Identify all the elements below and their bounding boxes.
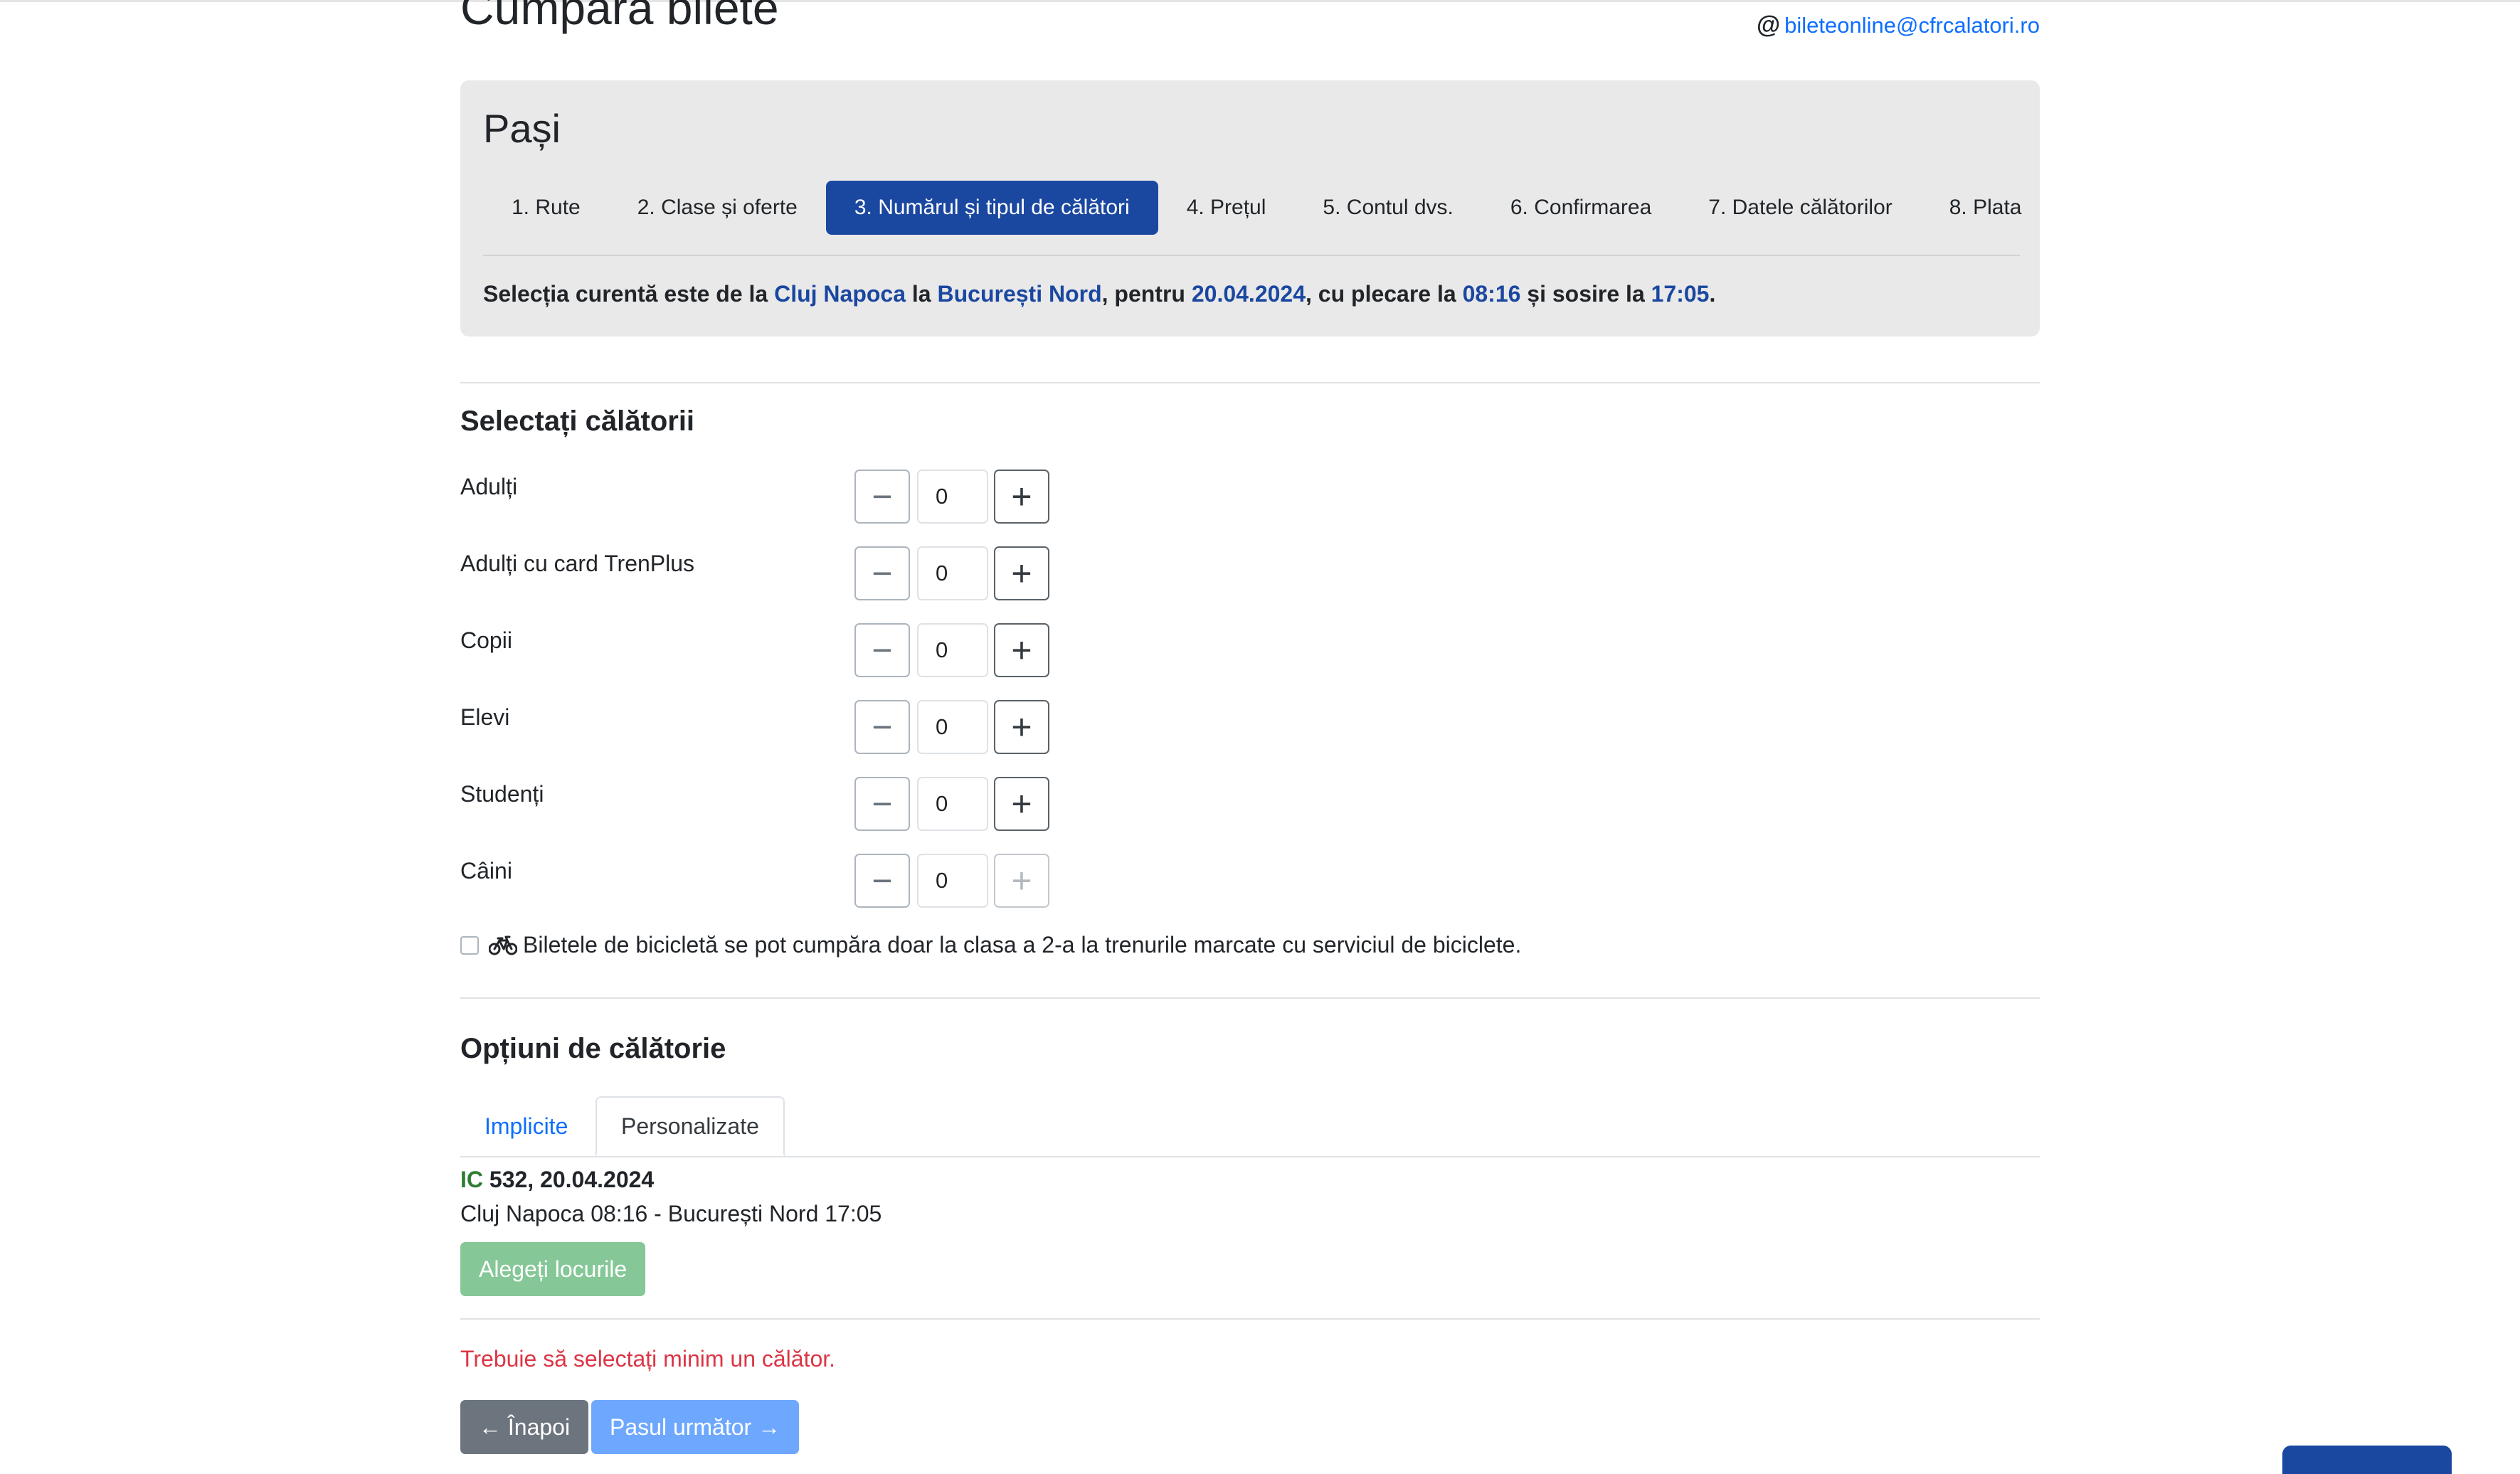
plus-button[interactable]: + xyxy=(994,777,1049,831)
divider xyxy=(460,997,2040,999)
bike-option: Biletele de bicicletă se pot cumpăra doa… xyxy=(460,932,1521,958)
pax-label: Elevi xyxy=(460,704,510,730)
minus-button[interactable]: − xyxy=(854,777,910,831)
pax-row-adults-trenplus: Adulți cu card TrenPlus − 0 + xyxy=(460,546,1101,608)
step-8-plata[interactable]: 8. Plata xyxy=(1921,181,2050,235)
train-type: IC xyxy=(460,1167,483,1192)
arrow-left-icon: ← xyxy=(479,1414,502,1440)
back-label: Înapoi xyxy=(507,1414,571,1440)
email-link[interactable]: bileteonline@cfrcalatori.ro xyxy=(1784,13,2040,38)
bicycle-icon xyxy=(489,935,517,955)
quantity-input[interactable]: 0 xyxy=(917,700,988,754)
divider xyxy=(460,1318,2040,1320)
steps-title: Pași xyxy=(483,106,561,151)
step-4-pret[interactable]: 4. Prețul xyxy=(1158,181,1295,235)
bike-note: Biletele de bicicletă se pot cumpăra doa… xyxy=(523,932,1522,958)
train-number-date: 532, 20.04.2024 xyxy=(483,1167,655,1192)
pax-label: Studenți xyxy=(460,781,544,807)
options-title: Opțiuni de călătorie xyxy=(460,1033,726,1064)
minus-button[interactable]: − xyxy=(854,546,910,600)
selection-text: și sosire la xyxy=(1520,281,1651,307)
next-label: Pasul următor xyxy=(610,1414,752,1440)
arrow-right-icon: → xyxy=(758,1414,781,1440)
plus-button[interactable]: + xyxy=(994,546,1049,600)
train-title: IC 532, 20.04.2024 xyxy=(460,1167,654,1193)
pax-label: Adulți cu card TrenPlus xyxy=(460,551,695,576)
tab-personalizate[interactable]: Personalizate xyxy=(595,1096,785,1156)
selection-text: Selecția curentă este de la xyxy=(483,281,775,307)
step-7-date[interactable]: 7. Datele călătorilor xyxy=(1680,181,1920,235)
train-route: Cluj Napoca 08:16 - București Nord 17:05 xyxy=(460,1201,882,1226)
plus-button[interactable]: + xyxy=(994,470,1049,524)
tab-implicite[interactable]: Implicite xyxy=(460,1096,592,1156)
choose-seats-button[interactable]: Alegeți locurile xyxy=(460,1242,646,1296)
selection-text: , pentru xyxy=(1101,281,1192,307)
step-5-cont[interactable]: 5. Contul dvs. xyxy=(1294,181,1481,235)
plus-button[interactable]: + xyxy=(994,623,1049,677)
options-tabs: Implicite Personalizate xyxy=(460,1096,2040,1157)
step-1-rute[interactable]: 1. Rute xyxy=(483,181,609,235)
selection-departure: 08:16 xyxy=(1462,281,1521,307)
pax-label: Copii xyxy=(460,627,512,653)
pax-row-adults: Adulți − 0 + xyxy=(460,470,1101,531)
selection-arrival: 17:05 xyxy=(1651,281,1710,307)
page-title: Cumpără bilete xyxy=(460,0,779,34)
floating-button[interactable] xyxy=(2282,1446,2452,1474)
contact-email: @ bileteonline@cfrcalatori.ro xyxy=(1757,11,2040,39)
pax-row-students: Studenți − 0 + xyxy=(460,777,1101,838)
pax-row-pupils: Elevi − 0 + xyxy=(460,700,1101,761)
selection-from: Cluj Napoca xyxy=(774,281,906,307)
minus-button[interactable]: − xyxy=(854,623,910,677)
pax-label: Adulți xyxy=(460,474,518,499)
error-message: Trebuie să selectați minim un călător. xyxy=(460,1346,836,1372)
pax-row-children: Copii − 0 + xyxy=(460,623,1101,684)
selection-to: București Nord xyxy=(937,281,1102,307)
selection-text: , cu plecare la xyxy=(1306,281,1463,307)
next-step-button[interactable]: Pasul următor → xyxy=(591,1400,800,1454)
minus-button[interactable]: − xyxy=(854,470,910,524)
selection-date: 20.04.2024 xyxy=(1191,281,1306,307)
current-selection: Selecția curentă este de la Cluj Napoca … xyxy=(483,281,1715,307)
minus-button[interactable]: − xyxy=(854,700,910,754)
steps-divider xyxy=(483,255,2020,256)
plus-button[interactable]: + xyxy=(994,700,1049,754)
minus-button[interactable]: − xyxy=(854,854,910,908)
pax-row-dogs: Câini − 0 + xyxy=(460,854,1101,915)
back-button[interactable]: ← Înapoi xyxy=(460,1400,589,1454)
step-3-calatori[interactable]: 3. Numărul și tipul de călători xyxy=(825,181,1158,235)
quantity-input[interactable]: 0 xyxy=(917,546,988,600)
plus-button[interactable]: + xyxy=(994,854,1049,908)
travelers-title: Selectați călătorii xyxy=(460,405,695,437)
top-border xyxy=(0,0,2520,2)
quantity-input[interactable]: 0 xyxy=(917,623,988,677)
selection-text: . xyxy=(1709,281,1716,307)
selection-text: la xyxy=(906,281,938,307)
quantity-input[interactable]: 0 xyxy=(917,777,988,831)
quantity-input[interactable]: 0 xyxy=(917,470,988,524)
at-icon: @ xyxy=(1756,11,1781,38)
bike-checkbox[interactable] xyxy=(460,935,479,955)
steps-panel: Pași 1. Rute 2. Clase și oferte 3. Număr… xyxy=(460,80,2040,336)
step-6-confirmare[interactable]: 6. Confirmarea xyxy=(1482,181,1680,235)
quantity-input[interactable]: 0 xyxy=(917,854,988,908)
pax-label: Câini xyxy=(460,858,512,884)
divider xyxy=(460,382,2040,383)
step-2-clase[interactable]: 2. Clase și oferte xyxy=(609,181,826,235)
step-nav: 1. Rute 2. Clase și oferte 3. Numărul și… xyxy=(483,180,2021,235)
